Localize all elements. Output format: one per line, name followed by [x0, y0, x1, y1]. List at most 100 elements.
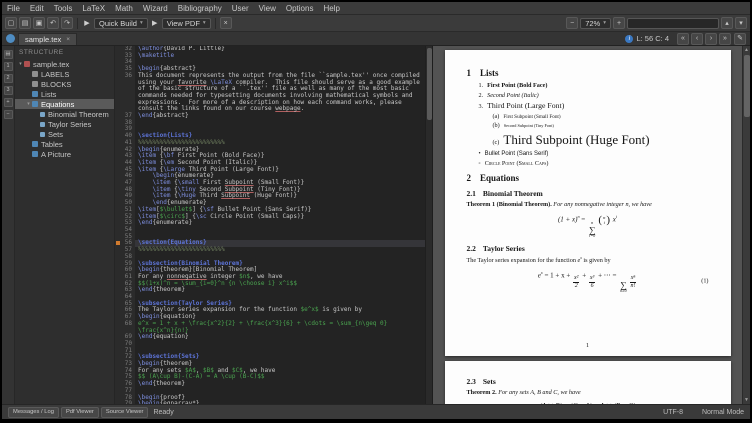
undo-icon[interactable]: ↶	[47, 17, 59, 29]
structure-item-blocks[interactable]: BLOCKS	[15, 79, 114, 89]
quick-build-select[interactable]: Quick Build ▾	[94, 18, 148, 29]
redo-icon[interactable]: ↷	[61, 17, 73, 29]
structure-item-a-picture[interactable]: A Picture	[15, 149, 114, 159]
formula-taylor: (1) ex = 1 + x + x²2 + x³6 + ⋯ = ∑n≥0xⁿn…	[467, 270, 709, 293]
structure-item-sample-tex[interactable]: ▾sample.tex	[15, 59, 114, 69]
bookmark-3-icon[interactable]: 3	[4, 86, 13, 95]
pdf-theorem-1: Theorem 1 (Binomial Theorem). For any no…	[467, 201, 709, 208]
menu-tools[interactable]: Tools	[49, 3, 78, 14]
subsection-icon	[40, 132, 45, 137]
find-previous-icon[interactable]: ▴	[721, 17, 733, 29]
annotate-icon[interactable]: ✎	[734, 33, 746, 45]
document-status-icon[interactable]	[6, 34, 15, 43]
previous-page-icon[interactable]: ‹	[691, 33, 703, 45]
view-pdf-select[interactable]: View PDF ▾	[162, 18, 211, 29]
menu-bibliography[interactable]: Bibliography	[173, 3, 227, 14]
zoom-out-icon[interactable]: −	[566, 17, 578, 29]
editor-line-79[interactable]: 79\begin{eqnarray*}	[115, 401, 425, 404]
scroll-up-icon[interactable]: ▲	[744, 46, 749, 54]
line-number[interactable]: 79	[115, 401, 135, 404]
quick-build-run-button[interactable]: ▶	[82, 19, 92, 27]
line-number[interactable]: 36	[115, 73, 135, 113]
panel-button-pdf-viewer[interactable]: Pdf Viewer	[61, 407, 99, 418]
structure-item-equations[interactable]: ▾Equations	[15, 99, 114, 109]
editor-line-54[interactable]: 54	[115, 227, 425, 234]
bookmark-1-icon[interactable]: 1	[4, 62, 13, 71]
section-number: 2	[467, 173, 472, 183]
chevron-down-icon: ▾	[603, 20, 606, 26]
pdf-list-item: ◦Circle Point (Small Caps)	[479, 160, 709, 167]
panel-button-source-viewer[interactable]: Source Viewer	[101, 407, 149, 418]
blocks-icon	[32, 81, 38, 87]
editor-line-69[interactable]: 69\end{equation}	[115, 334, 425, 341]
editor-line-63[interactable]: 63\end{theorem}	[115, 287, 425, 294]
editor-line-36[interactable]: 36This document represents the output fr…	[115, 73, 425, 113]
menu-user[interactable]: User	[227, 3, 254, 14]
structure-item-binomial-theorem[interactable]: Binomial Theorem	[15, 109, 114, 119]
editor-line-33[interactable]: 33\maketitle	[115, 53, 425, 60]
structure-item-tables[interactable]: Tables	[15, 139, 114, 149]
structure-tree: ▾sample.texLABELSBLOCKSLists▾EquationsBi…	[15, 59, 114, 159]
search-input[interactable]	[627, 18, 719, 29]
add-bookmark-icon[interactable]: +	[4, 98, 13, 107]
pdf-list-item: (b)Second Subpoint (Tiny Font)	[493, 122, 709, 129]
menu-options[interactable]: Options	[281, 3, 319, 14]
new-file-icon[interactable]: ▢	[5, 17, 17, 29]
first-page-icon[interactable]: «	[677, 33, 689, 45]
line-number[interactable]: 68	[115, 321, 135, 334]
next-page-icon[interactable]: ›	[705, 33, 717, 45]
structure-panel-icon[interactable]: ▤	[4, 50, 13, 59]
bookmark-2-icon[interactable]: 2	[4, 74, 13, 83]
remove-bookmark-icon[interactable]: −	[4, 110, 13, 119]
editor-line-37[interactable]: 37\end{abstract}	[115, 113, 425, 120]
structure-item-taylor-series[interactable]: Taylor Series	[15, 119, 114, 129]
structure-item-sets[interactable]: Sets	[15, 129, 114, 139]
editor-scrollbar-thumb[interactable]	[427, 48, 432, 120]
editor-line-53[interactable]: 53\end{enumerate}	[115, 220, 425, 227]
menu-file[interactable]: File	[2, 3, 25, 14]
editor-line-70[interactable]: 70	[115, 341, 425, 348]
section-number: 2.1	[467, 189, 476, 198]
pdf-taylor-paragraph: The Taylor series expansion for the func…	[467, 256, 709, 264]
structure-item-labels[interactable]: LABELS	[15, 69, 114, 79]
menu-wizard[interactable]: Wizard	[138, 3, 173, 14]
stop-icon[interactable]: ×	[220, 17, 232, 29]
page-number: 1	[445, 342, 731, 349]
pdf-viewer[interactable]: 1 Lists 1.First Point (Bold Face)2.Secon…	[433, 46, 742, 404]
menu-view[interactable]: View	[254, 3, 281, 14]
menu-math[interactable]: Math	[110, 3, 138, 14]
menu-edit[interactable]: Edit	[25, 3, 49, 14]
pdf-scrollbar-thumb[interactable]	[744, 55, 750, 117]
save-file-icon[interactable]: ▣	[33, 17, 45, 29]
pdf-list-item: 2.Second Point (Italic)	[479, 92, 709, 99]
tab-sample-tex[interactable]: sample.tex ×	[18, 33, 77, 45]
editor-line-38[interactable]: 38	[115, 120, 425, 127]
find-next-icon[interactable]: ▾	[735, 17, 747, 29]
editor-line-68[interactable]: 68e^x = 1 + x + \frac{x^2}{2} + \frac{x^…	[115, 321, 425, 334]
scroll-down-icon[interactable]: ▼	[744, 396, 749, 404]
editor-line-57[interactable]: 57%%%%%%%%%%%%%%%%%%%%%%%%	[115, 247, 425, 254]
editor-panel[interactable]: 32\author{David P. Little}33\maketitle34…	[115, 46, 433, 404]
menu-help[interactable]: Help	[318, 3, 344, 14]
pdf-scrollbar[interactable]: ▲ ▼	[742, 46, 750, 404]
zoom-select[interactable]: 72% ▾	[580, 18, 611, 29]
menu-latex[interactable]: LaTeX	[77, 3, 110, 14]
close-tab-icon[interactable]: ×	[66, 36, 70, 43]
section-icon	[32, 141, 38, 147]
menu-bar: FileEditToolsLaTeXMathWizardBibliography…	[2, 2, 750, 15]
editor-scrollbar[interactable]	[425, 46, 432, 404]
panel-button-messages-log[interactable]: Messages / Log	[8, 407, 59, 418]
editor-text-area[interactable]: 32\author{David P. Little}33\maketitle34…	[115, 46, 425, 404]
section-icon	[32, 101, 38, 107]
file-toolbar-group: ▢▤▣↶↷	[5, 17, 73, 29]
pdf-scrollbar-track[interactable]	[743, 54, 750, 396]
structure-item-lists[interactable]: Lists	[15, 89, 114, 99]
view-pdf-run-button[interactable]: ▶	[150, 19, 160, 27]
pdf-list-item: 1.First Point (Bold Face)	[479, 82, 709, 89]
zoom-in-icon[interactable]: +	[613, 17, 625, 29]
chevron-down-icon: ▾	[140, 20, 143, 26]
editor-line-76[interactable]: 76\end{theorem}	[115, 381, 425, 388]
open-file-icon[interactable]: ▤	[19, 17, 31, 29]
pdf-nav-group: «‹›»	[677, 33, 731, 45]
last-page-icon[interactable]: »	[719, 33, 731, 45]
